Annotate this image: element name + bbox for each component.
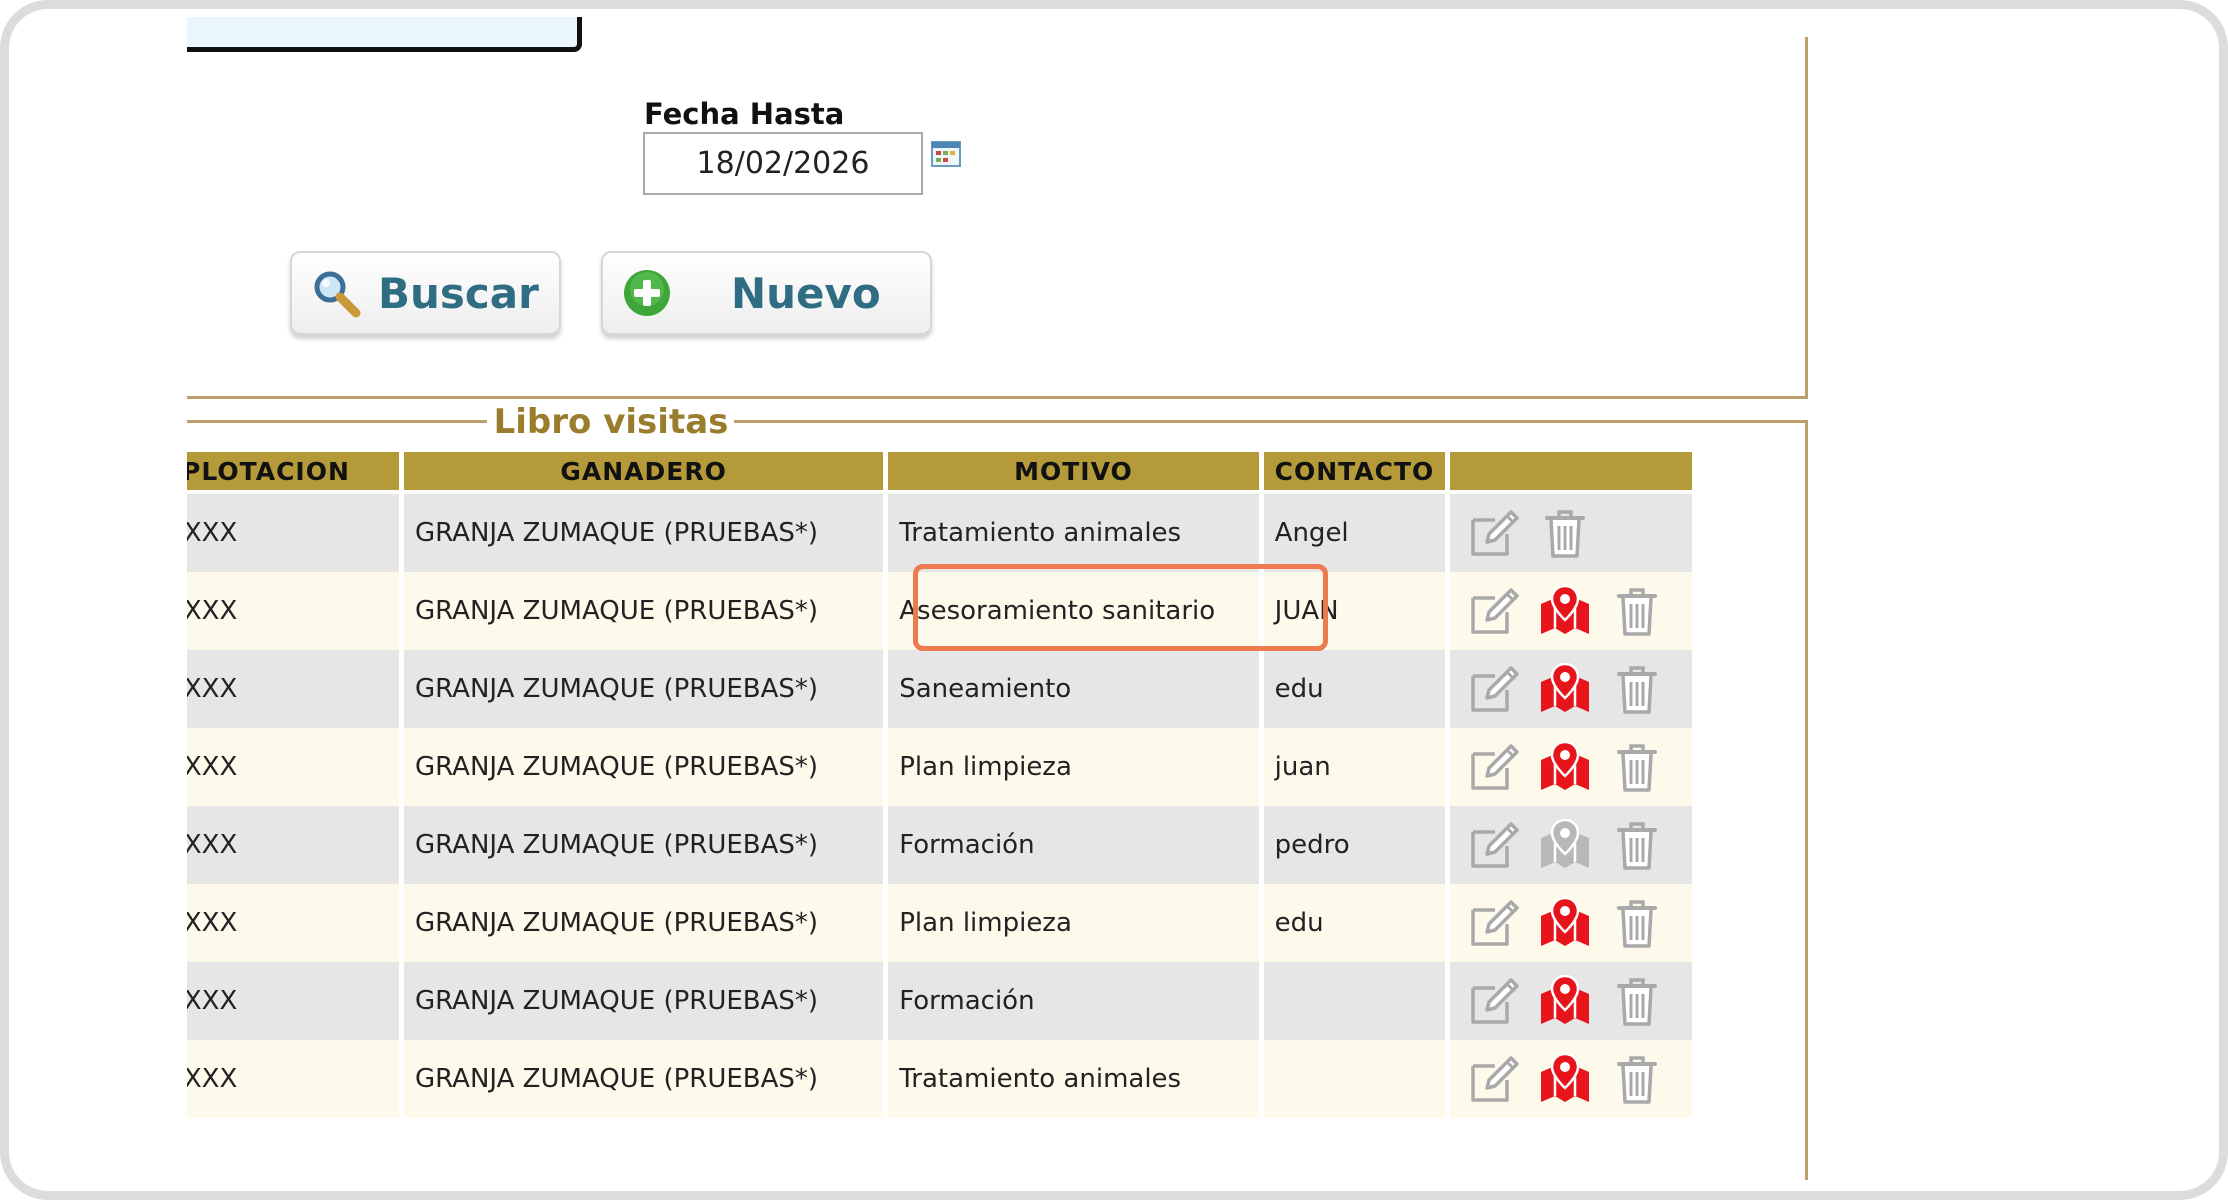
- cell-motivo: Formación: [888, 962, 1259, 1040]
- edit-icon[interactable]: [1465, 818, 1521, 872]
- cell-contacto: pedro: [1263, 806, 1446, 884]
- table-row[interactable]: XXXXXXXXXGRANJA ZUMAQUE (PRUEBAS*)Formac…: [187, 806, 1692, 884]
- column-header-explotacion[interactable]: PLOTACION: [187, 452, 400, 494]
- cell-contacto: juan: [1263, 728, 1446, 806]
- map-icon[interactable]: [1537, 662, 1593, 716]
- cell-motivo: Asesoramiento sanitario: [888, 572, 1259, 650]
- cell-ganadero: GRANJA ZUMAQUE (PRUEBAS*): [404, 650, 884, 728]
- cell-actions: [1450, 494, 1692, 572]
- edit-icon[interactable]: [1465, 662, 1521, 716]
- buscar-button[interactable]: Buscar: [290, 251, 561, 335]
- section-border-vertical: [1805, 420, 1808, 1180]
- cell-motivo: Plan limpieza: [888, 728, 1259, 806]
- map-icon[interactable]: [1537, 896, 1593, 950]
- cell-explotacion: XXXXXXXXX: [187, 572, 400, 650]
- cut-off-input-field[interactable]: [187, 17, 582, 52]
- table-row[interactable]: XXXXXXXXXGRANJA ZUMAQUE (PRUEBAS*)Plan l…: [187, 884, 1692, 962]
- map-icon[interactable]: [1537, 584, 1593, 638]
- cell-motivo: Plan limpieza: [888, 884, 1259, 962]
- trash-icon[interactable]: [1609, 740, 1665, 794]
- cell-explotacion: XXXXXXXXX: [187, 1040, 400, 1118]
- cell-ganadero: GRANJA ZUMAQUE (PRUEBAS*): [404, 728, 884, 806]
- trash-icon[interactable]: [1537, 506, 1593, 560]
- cell-explotacion: XXXXXXXXX: [187, 884, 400, 962]
- cell-explotacion: XXXXXXXXX: [187, 728, 400, 806]
- add-circle-icon: [621, 267, 673, 319]
- filter-panel-bottom-border: [187, 396, 1808, 399]
- nuevo-button-label: Nuevo: [731, 268, 881, 318]
- cell-contacto: JUAN: [1263, 572, 1446, 650]
- cell-ganadero: GRANJA ZUMAQUE (PRUEBAS*): [404, 884, 884, 962]
- table-header-row: PLOTACION GANADERO MOTIVO CONTACTO: [187, 452, 1692, 494]
- magnifier-icon: [310, 267, 362, 319]
- cell-actions: [1450, 884, 1692, 962]
- trash-icon[interactable]: [1609, 818, 1665, 872]
- cell-contacto: edu: [1263, 650, 1446, 728]
- cell-motivo: Tratamiento animales: [888, 1040, 1259, 1118]
- filter-panel-border: [1805, 37, 1808, 399]
- cell-actions: [1450, 650, 1692, 728]
- cell-ganadero: GRANJA ZUMAQUE (PRUEBAS*): [404, 494, 884, 572]
- libro-visitas-legend: Libro visitas: [491, 402, 731, 442]
- content-area: Fecha Hasta Buscar: [187, 9, 1837, 1191]
- app-window: Fecha Hasta Buscar: [0, 0, 2228, 1200]
- cell-motivo: Tratamiento animales: [888, 494, 1259, 572]
- cell-actions: [1450, 1040, 1692, 1118]
- cell-explotacion: XXXXXXXXX: [187, 494, 400, 572]
- table-row[interactable]: XXXXXXXXXGRANJA ZUMAQUE (PRUEBAS*)Tratam…: [187, 1040, 1692, 1118]
- visits-table: PLOTACION GANADERO MOTIVO CONTACTO XXXXX…: [187, 452, 1697, 1118]
- cell-contacto: Angel: [1263, 494, 1446, 572]
- cell-actions: [1450, 962, 1692, 1040]
- edit-icon[interactable]: [1465, 896, 1521, 950]
- trash-icon[interactable]: [1609, 896, 1665, 950]
- cell-contacto: edu: [1263, 884, 1446, 962]
- cell-ganadero: GRANJA ZUMAQUE (PRUEBAS*): [404, 806, 884, 884]
- column-header-contacto[interactable]: CONTACTO: [1263, 452, 1446, 494]
- cell-ganadero: GRANJA ZUMAQUE (PRUEBAS*): [404, 1040, 884, 1118]
- edit-icon[interactable]: [1465, 740, 1521, 794]
- cell-explotacion: XXXXXXXXX: [187, 806, 400, 884]
- trash-icon[interactable]: [1609, 1052, 1665, 1106]
- edit-icon[interactable]: [1465, 506, 1521, 560]
- map-icon[interactable]: [1537, 974, 1593, 1028]
- cell-contacto: [1263, 1040, 1446, 1118]
- table-row[interactable]: XXXXXXXXXGRANJA ZUMAQUE (PRUEBAS*)Plan l…: [187, 728, 1692, 806]
- cell-ganadero: GRANJA ZUMAQUE (PRUEBAS*): [404, 962, 884, 1040]
- edit-icon[interactable]: [1465, 974, 1521, 1028]
- map-icon[interactable]: [1537, 1052, 1593, 1106]
- cell-motivo: Formación: [888, 806, 1259, 884]
- section-border-right: [734, 420, 1808, 423]
- table-row[interactable]: XXXXXXXXXGRANJA ZUMAQUE (PRUEBAS*)Saneam…: [187, 650, 1692, 728]
- cell-contacto: [1263, 962, 1446, 1040]
- column-header-actions: [1450, 452, 1692, 494]
- buscar-button-label: Buscar: [378, 268, 539, 318]
- trash-icon[interactable]: [1609, 662, 1665, 716]
- edit-icon[interactable]: [1465, 1052, 1521, 1106]
- column-header-ganadero[interactable]: GANADERO: [404, 452, 884, 494]
- table-row[interactable]: XXXXXXXXXGRANJA ZUMAQUE (PRUEBAS*)Tratam…: [187, 494, 1692, 572]
- fecha-hasta-label: Fecha Hasta: [644, 97, 845, 131]
- section-border-left: [187, 420, 487, 423]
- cell-actions: [1450, 728, 1692, 806]
- cell-motivo: Saneamiento: [888, 650, 1259, 728]
- nuevo-button[interactable]: Nuevo: [601, 251, 932, 335]
- table-row[interactable]: XXXXXXXXXGRANJA ZUMAQUE (PRUEBAS*)Formac…: [187, 962, 1692, 1040]
- visits-table-body: XXXXXXXXXGRANJA ZUMAQUE (PRUEBAS*)Tratam…: [187, 494, 1692, 1118]
- cell-explotacion: XXXXXXXXX: [187, 650, 400, 728]
- edit-icon[interactable]: [1465, 584, 1521, 638]
- table-row[interactable]: XXXXXXXXXGRANJA ZUMAQUE (PRUEBAS*)Asesor…: [187, 572, 1692, 650]
- column-header-motivo[interactable]: MOTIVO: [888, 452, 1259, 494]
- cell-actions: [1450, 806, 1692, 884]
- trash-icon[interactable]: [1609, 974, 1665, 1028]
- cell-actions: [1450, 572, 1692, 650]
- trash-icon[interactable]: [1609, 584, 1665, 638]
- cell-explotacion: XXXXXXXXX: [187, 962, 400, 1040]
- map-icon: [1537, 818, 1593, 872]
- cell-ganadero: GRANJA ZUMAQUE (PRUEBAS*): [404, 572, 884, 650]
- fecha-hasta-input[interactable]: [643, 132, 923, 195]
- calendar-icon[interactable]: [931, 139, 961, 167]
- map-icon[interactable]: [1537, 740, 1593, 794]
